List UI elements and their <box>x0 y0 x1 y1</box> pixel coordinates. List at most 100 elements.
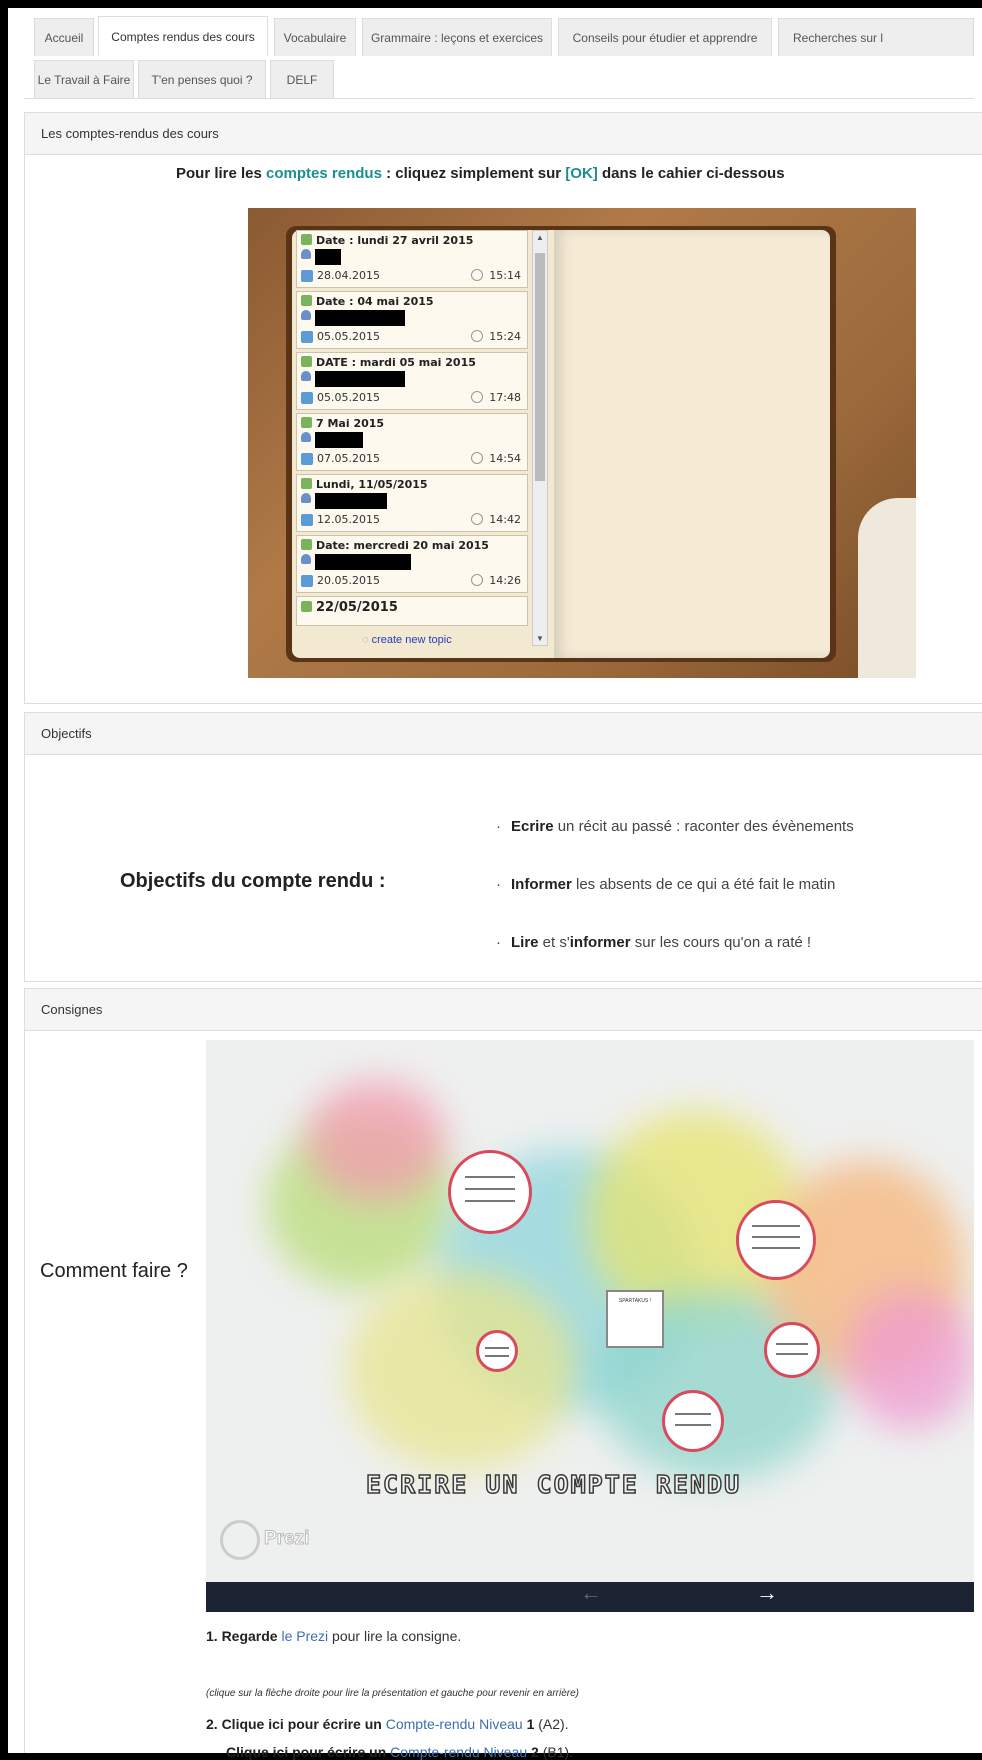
prezi-title: ECRIRE UN COMPTE RENDU <box>365 1469 742 1500</box>
clock-icon <box>471 452 483 464</box>
topic-item[interactable]: Date: mercredi 20 mai 2015 20.05.2015 14… <box>296 535 528 593</box>
prezi-prev-arrow-icon[interactable]: ← <box>580 1580 602 1606</box>
topic-item[interactable]: Lundi, 11/05/2015 12.05.2015 14:42 <box>296 474 528 532</box>
tab-comptes-rendus[interactable]: Comptes rendus des cours <box>98 16 268 56</box>
user-icon <box>301 371 311 381</box>
redacted-author <box>315 310 405 326</box>
tab-grammaire[interactable]: Grammaire : leçons et exercices <box>362 18 552 56</box>
tab-ten-penses-quoi[interactable]: T'en penses quoi ? <box>138 60 266 98</box>
tab-vocabulaire[interactable]: Vocabulaire <box>274 18 356 56</box>
compte-rendu-niveau-1-link[interactable]: Compte-rendu Niveau <box>386 1716 523 1732</box>
tab-bar: Accueil Comptes rendus des cours Vocabul… <box>24 12 974 99</box>
objectifs-title: Objectifs du compte rendu : <box>120 870 386 892</box>
scroll-down-icon[interactable]: ▼ <box>536 634 544 643</box>
calendar-icon <box>301 575 313 587</box>
topic-title: Date: mercredi 20 mai 2015 <box>316 539 489 552</box>
topic-icon <box>301 295 312 306</box>
topic-icon <box>301 478 312 489</box>
user-icon <box>301 432 311 442</box>
topic-scrollbar[interactable]: ▲ ▼ <box>532 230 548 646</box>
paper-curl <box>858 498 916 678</box>
step-1: 1. Regarde le Prezi pour lire la consign… <box>206 1628 462 1644</box>
redacted-author <box>315 371 405 387</box>
objectif-item: · Informer les absents de ce qui a été fa… <box>496 876 836 893</box>
topic-item[interactable]: 22/05/2015 <box>296 596 528 626</box>
tab-recherches[interactable]: Recherches sur l <box>778 18 974 56</box>
topic-time: 17:48 <box>489 391 521 404</box>
topic-date: 20.05.2015 <box>317 574 380 587</box>
redacted-author <box>315 554 411 570</box>
calendar-icon <box>301 453 313 465</box>
topic-date: 05.05.2015 <box>317 330 380 343</box>
topic-time: 14:26 <box>489 574 521 587</box>
topic-icon <box>301 417 312 428</box>
objectif-item: · Lire et s'informer sur les cours qu'on … <box>496 934 812 951</box>
prezi-logo-icon <box>220 1520 260 1560</box>
scroll-up-icon[interactable]: ▲ <box>536 233 544 242</box>
topic-date: 07.05.2015 <box>317 452 380 465</box>
prezi-center-frame[interactable]: SPARTAKUS ! <box>606 1290 664 1348</box>
prezi-frame-circle[interactable] <box>662 1390 724 1452</box>
prezi-link[interactable]: le Prezi <box>281 1628 328 1644</box>
topic-title: Lundi, 11/05/2015 <box>316 478 428 491</box>
prezi-note: (clique sur la flèche droite pour lire l… <box>206 1688 579 1699</box>
tab-travail-a-faire[interactable]: Le Travail à Faire <box>34 60 134 98</box>
tab-accueil[interactable]: Accueil <box>34 18 94 56</box>
objectif-item: · Ecrire un récit au passé : raconter des… <box>496 818 854 835</box>
prezi-embed[interactable]: SPARTAKUS ! ECRIRE UN COMPTE RENDU Prezi <box>206 1040 974 1612</box>
comment-faire-label: Comment faire ? <box>40 1260 188 1282</box>
prezi-center-label: SPARTAKUS ! <box>618 1298 652 1304</box>
topic-list: Date : lundi 27 avril 2015 28.04.2015 15… <box>296 230 528 662</box>
topic-item[interactable]: Date : lundi 27 avril 2015 28.04.2015 15… <box>296 230 528 288</box>
topic-title: 7 Mai 2015 <box>316 417 385 430</box>
prezi-frame-circle[interactable] <box>736 1200 816 1280</box>
ok-label: [OK] <box>565 165 598 182</box>
create-new-topic-link[interactable]: ◌ create new topic <box>362 634 452 646</box>
topic-icon <box>301 601 312 612</box>
user-icon <box>301 310 311 320</box>
create-new-topic-label: create new topic <box>371 634 452 646</box>
topic-title: Date : 04 mai 2015 <box>316 295 434 308</box>
scroll-thumb[interactable] <box>535 253 545 481</box>
compte-rendu-niveau-2-link[interactable]: Compte-rendu Niveau <box>390 1744 527 1760</box>
calendar-icon <box>301 270 313 282</box>
topic-item[interactable]: DATE : mardi 05 mai 2015 05.05.2015 17:4… <box>296 352 528 410</box>
objectifs-panel-heading: Objectifs <box>25 713 982 755</box>
intro-text-1: Pour lire les <box>176 165 267 182</box>
clock-icon <box>471 391 483 403</box>
topic-time: 15:14 <box>489 269 521 282</box>
prezi-frame-circle[interactable] <box>476 1330 518 1372</box>
topic-title: 22/05/2015 <box>316 600 398 615</box>
prezi-frame-circle[interactable] <box>448 1150 532 1234</box>
prezi-next-arrow-icon[interactable]: → <box>756 1580 778 1606</box>
topic-item[interactable]: Date : 04 mai 2015 05.05.2015 15:24 <box>296 291 528 349</box>
clock-icon <box>471 513 483 525</box>
user-icon <box>301 554 311 564</box>
step-2: 2. Clique ici pour écrire un Compte-rend… <box>206 1716 569 1732</box>
comptes-intro: Pour lire les comptes rendus : cliquez s… <box>176 165 785 182</box>
user-icon <box>301 249 311 259</box>
step-3: Clique ici pour écrire un Compte-rendu N… <box>226 1744 574 1760</box>
topic-date: 05.05.2015 <box>317 391 380 404</box>
notebook-right-page <box>554 230 830 658</box>
topic-icon <box>301 234 312 245</box>
topic-item[interactable]: 7 Mai 2015 07.05.2015 14:54 <box>296 413 528 471</box>
topic-title: DATE : mardi 05 mai 2015 <box>316 356 476 369</box>
clock-icon <box>471 574 483 586</box>
comptes-panel-heading: Les comptes-rendus des cours <box>25 113 982 155</box>
redacted-author <box>315 493 387 509</box>
prezi-frame-circle[interactable] <box>764 1322 820 1378</box>
topic-date: 12.05.2015 <box>317 513 380 526</box>
clock-icon <box>471 330 483 342</box>
tab-delf[interactable]: DELF <box>270 60 334 98</box>
comptes-rendus-link[interactable]: comptes rendus <box>266 165 382 182</box>
topic-icon <box>301 539 312 550</box>
topic-time: 14:42 <box>489 513 521 526</box>
topic-time: 15:24 <box>489 330 521 343</box>
intro-text-2: : cliquez simplement sur <box>381 165 566 182</box>
calendar-icon <box>301 392 313 404</box>
topic-time: 14:54 <box>489 452 521 465</box>
topic-icon <box>301 356 312 367</box>
calendar-icon <box>301 331 313 343</box>
tab-conseils[interactable]: Conseils pour étudier et apprendre <box>558 18 772 56</box>
